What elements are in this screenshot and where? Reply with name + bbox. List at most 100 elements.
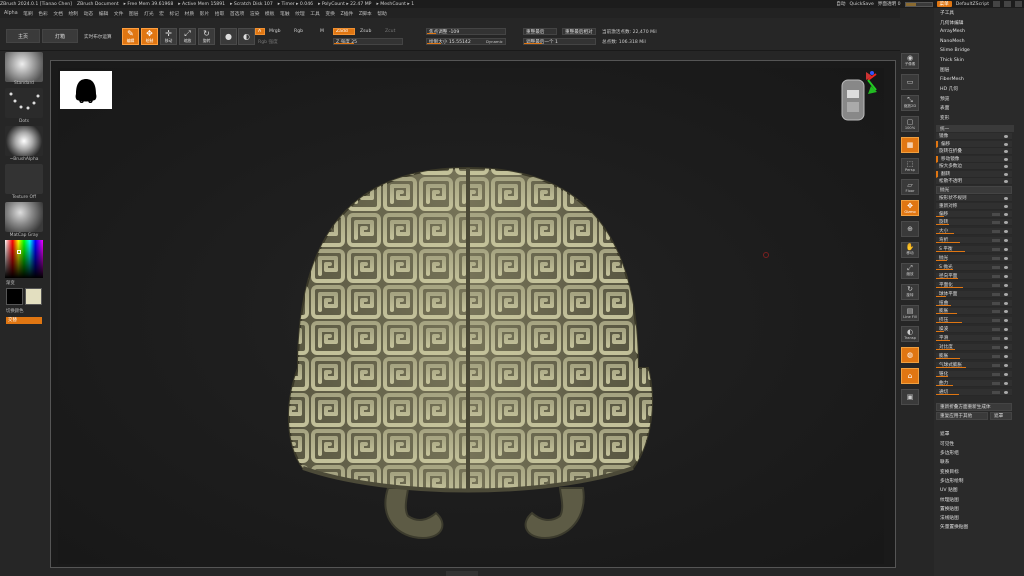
navigation-gizmo[interactable] [841,71,877,121]
menu-item[interactable]: 标记 [169,10,179,17]
deformation-row[interactable]: 翻转 [936,170,1012,178]
menu-item[interactable]: 图层 [129,10,139,17]
stroke-thumbnail[interactable] [5,88,43,118]
z-intensity-slider[interactable]: Z 强度 25 [333,38,403,45]
deformer-slider[interactable]: 径向平面 [936,272,1012,280]
unify-button[interactable]: 统一 [936,125,1014,132]
slider-settings-icon[interactable] [1004,292,1008,296]
menu-item[interactable]: 笔刷 [23,10,33,17]
bottom-shelf-handle[interactable] [446,571,478,576]
menu-item[interactable]: Z脚本 [359,10,372,17]
tool-2-button[interactable]: ✛ 移动 [160,28,177,45]
deformer-slider[interactable]: 膨胀 [936,308,1012,316]
helmet-model[interactable] [58,68,884,564]
palette-menu-item[interactable]: 多边形组 [940,450,959,456]
slider-track[interactable] [992,283,1000,287]
view-7-button[interactable]: ✥ Gizmo [901,200,919,216]
slider-track[interactable] [992,354,1000,358]
deformer-slider[interactable]: 球体平面 [936,290,1012,298]
menu-item[interactable]: 编辑 [99,10,109,17]
slider-settings-icon[interactable] [1004,301,1008,305]
mask-apply-button[interactable]: 遮罩 [990,412,1012,421]
view-13-button[interactable]: ◐ Transp [901,326,919,342]
menu-item[interactable]: 帮助 [377,10,387,17]
slider-settings-icon[interactable] [1004,328,1008,332]
rgb-toggle[interactable]: Rgb [294,29,303,34]
deformation-row[interactable]: 松散不透明 [936,178,1012,185]
slider-settings-icon[interactable] [1004,372,1008,376]
slider-track[interactable] [992,257,1000,260]
material-thumbnail[interactable] [5,202,43,232]
palette-menu-item[interactable]: 法线贴图 [940,515,959,521]
texture-thumbnail[interactable] [5,164,43,194]
view-9-button[interactable]: ✋ 移动 [901,242,919,258]
palette-menu-item[interactable]: 多边形绘制 [940,478,963,484]
deformer-slider[interactable]: 平面化 [936,281,1012,289]
close-icon[interactable] [1015,1,1022,7]
palette-menu-item[interactable]: 遮罩 [940,431,949,437]
slider-track[interactable] [992,328,1000,332]
palette-menu-item[interactable]: FiberMesh [940,77,964,82]
menu-item[interactable]: Alpha [4,11,18,16]
tool-0-button[interactable]: ✎ 编辑 [122,28,139,45]
quicksave-button[interactable]: QuickSave [850,2,874,7]
view-10-button[interactable]: ⤢ 缩放 [901,263,919,279]
slider-track[interactable] [992,230,1000,234]
menu-item[interactable]: 文档 [53,10,63,17]
deformer-slider[interactable]: 偏移 [936,210,1012,218]
zcut-toggle[interactable]: Zcut [385,29,395,34]
palette-menu-item[interactable]: 联系 [940,459,949,465]
palette-menu-item[interactable]: 几何体编辑 [940,20,963,26]
tool-1-button[interactable]: ✥ 绘制 [141,28,158,45]
home-button[interactable]: 主页 [6,29,40,43]
deformer-slider[interactable]: S 抛光 [936,263,1012,271]
view-5-button[interactable]: ⬚ Persp [901,158,919,174]
maximize-icon[interactable] [1004,1,1011,7]
palette-menu-item[interactable]: HD 几何 [940,86,958,92]
deformer-slider[interactable]: 弯折 [936,237,1012,245]
view-14-button[interactable]: ◍ [901,347,919,363]
menu-item[interactable]: 动态 [84,10,94,17]
slider-settings-icon[interactable] [1004,221,1008,225]
a-toggle[interactable]: A [255,28,265,35]
lightbox-button[interactable]: 灯箱 [42,29,78,43]
palette-menu-item[interactable]: 变形 [940,115,949,121]
view-11-button[interactable]: ↻ 旋转 [901,284,919,300]
deformation-row[interactable]: 镜像 [936,133,1012,140]
slider-track[interactable] [992,212,1000,216]
slider-track[interactable] [992,274,1000,278]
tool-3-button[interactable]: ⤢ 缩放 [179,28,196,45]
menu-item[interactable]: 工具 [310,10,320,17]
palette-menu-item[interactable]: NanoMesh [940,39,965,44]
sphere-icon[interactable]: ● [220,28,237,45]
live-boolean-button[interactable]: 实时布尔运算 [84,34,112,40]
mrgb-toggle[interactable]: Mrgb [269,29,281,34]
slider-settings-icon[interactable] [1004,274,1008,278]
autosave-label[interactable]: 自动 [836,1,845,7]
palette-menu-item[interactable]: 矢量置换贴图 [940,524,968,530]
deformer-slider[interactable]: 旋转 [936,219,1012,227]
slider-track[interactable] [992,363,1000,367]
slider-settings-icon[interactable] [1004,283,1008,287]
slider-track[interactable] [992,248,1000,252]
palette-menu-item[interactable]: 变换目标 [940,469,959,475]
view-16-button[interactable]: ▣ [901,389,919,405]
slider-settings-icon[interactable] [1004,354,1008,358]
deformer-slider[interactable]: 锥化 [936,370,1012,378]
palette-menu-item[interactable]: Thick Skin [940,58,964,63]
dynamic-toggle[interactable]: Dynamic [486,39,503,44]
slider-track[interactable] [992,292,1000,296]
slider-settings-icon[interactable] [1004,212,1008,216]
deformation-row[interactable]: 按形状不规则 [936,194,1012,202]
row-settings-icon[interactable] [1004,172,1008,176]
row-settings-icon[interactable] [1004,165,1008,168]
deformer-slider[interactable]: S 平衡 [936,246,1012,254]
slider-settings-icon[interactable] [1004,257,1008,260]
deformer-slider[interactable]: 平滑 [936,335,1012,343]
slider-settings-icon[interactable] [1004,248,1008,252]
row-settings-icon[interactable] [1004,196,1008,200]
menu-item[interactable]: 文件 [114,10,124,17]
slider-track[interactable] [992,239,1000,243]
view-15-button[interactable]: ⌂ [901,368,919,384]
transparency-slider[interactable] [904,1,933,7]
